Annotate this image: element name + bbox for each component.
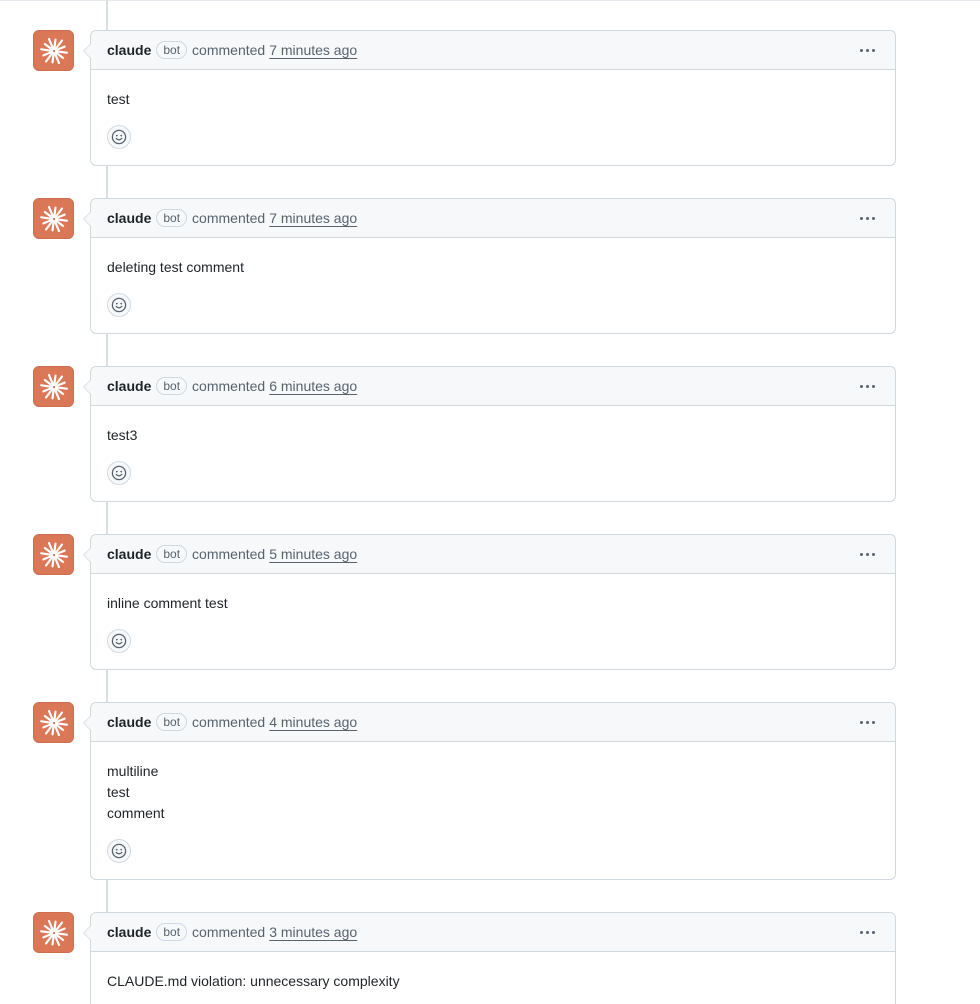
bot-badge: bot <box>156 41 188 59</box>
kebab-horizontal-icon[interactable] <box>855 208 879 228</box>
comment-text-line: comment <box>107 805 165 821</box>
kebab-horizontal-icon[interactable] <box>855 40 879 60</box>
comment-text: CLAUDE.md violation: unnecessary complex… <box>107 973 400 989</box>
claude-sunburst-icon <box>39 37 68 64</box>
smiley-icon <box>111 129 127 145</box>
comment-box: claude bot commented 6 minutes ago test3 <box>83 366 896 502</box>
timestamp-link[interactable]: 7 minutes ago <box>269 210 357 226</box>
add-reaction-button[interactable] <box>107 125 131 149</box>
bot-badge: bot <box>156 713 188 731</box>
author-link[interactable]: claude <box>107 378 151 394</box>
add-reaction-button[interactable] <box>107 839 131 863</box>
comment-box: claude bot commented 5 minutes ago inlin… <box>83 534 896 670</box>
comment-text: test3 <box>107 427 138 443</box>
comment-header: claude bot commented 7 minutes ago <box>91 31 895 70</box>
smiley-icon <box>111 843 127 859</box>
add-reaction-button[interactable] <box>107 629 131 653</box>
avatar[interactable] <box>33 702 74 743</box>
comment-box: claude bot commented 4 minutes ago multi… <box>83 702 896 880</box>
claude-sunburst-icon <box>39 919 68 946</box>
avatar[interactable] <box>33 912 74 953</box>
bot-badge: bot <box>156 209 188 227</box>
comment-action-text: commented <box>192 546 266 562</box>
avatar[interactable] <box>33 198 74 239</box>
avatar[interactable] <box>33 366 74 407</box>
timestamp-link[interactable]: 3 minutes ago <box>269 924 357 940</box>
comment-header: claude bot commented 3 minutes ago <box>91 913 895 952</box>
kebab-horizontal-icon[interactable] <box>855 922 879 942</box>
add-reaction-button[interactable] <box>107 461 131 485</box>
comment-body: test <box>91 70 895 110</box>
comment-header: claude bot commented 5 minutes ago <box>91 535 895 574</box>
comment-action-text: commented <box>192 924 266 940</box>
comment-action-text: commented <box>192 714 266 730</box>
claude-sunburst-icon <box>39 373 68 400</box>
claude-sunburst-icon <box>39 541 68 568</box>
claude-sunburst-icon <box>39 205 68 232</box>
bot-badge: bot <box>156 377 188 395</box>
author-link[interactable]: claude <box>107 546 151 562</box>
comment-body: multiline test comment <box>91 742 895 824</box>
claude-sunburst-icon <box>39 709 68 736</box>
timestamp-link[interactable]: 5 minutes ago <box>269 546 357 562</box>
comment-text: inline comment test <box>107 595 228 611</box>
author-link[interactable]: claude <box>107 924 151 940</box>
comment-text: test <box>107 91 130 107</box>
author-link[interactable]: claude <box>107 714 151 730</box>
comment-body: inline comment test <box>91 574 895 614</box>
smiley-icon <box>111 633 127 649</box>
comment-box: claude bot commented 7 minutes ago delet… <box>83 198 896 334</box>
comment-action-text: commented <box>192 210 266 226</box>
smiley-icon <box>111 297 127 313</box>
bot-badge: bot <box>156 545 188 563</box>
kebab-horizontal-icon[interactable] <box>855 376 879 396</box>
timestamp-link[interactable]: 6 minutes ago <box>269 378 357 394</box>
comment-body: test3 <box>91 406 895 446</box>
comment-body: deleting test comment <box>91 238 895 278</box>
comment-header: claude bot commented 6 minutes ago <box>91 367 895 406</box>
timeline: claude bot commented 7 minutes ago test … <box>0 0 980 1004</box>
comment-box: claude bot commented 7 minutes ago test <box>83 30 896 166</box>
comment-text-line: test <box>107 784 130 800</box>
comment-action-text: commented <box>192 42 266 58</box>
comment-header: claude bot commented 7 minutes ago <box>91 199 895 238</box>
bot-badge: bot <box>156 923 188 941</box>
avatar[interactable] <box>33 30 74 71</box>
avatar[interactable] <box>33 534 74 575</box>
kebab-horizontal-icon[interactable] <box>855 544 879 564</box>
top-divider <box>0 0 980 1</box>
timestamp-link[interactable]: 4 minutes ago <box>269 714 357 730</box>
comment-text: deleting test comment <box>107 259 244 275</box>
smiley-icon <box>111 465 127 481</box>
author-link[interactable]: claude <box>107 210 151 226</box>
kebab-horizontal-icon[interactable] <box>855 712 879 732</box>
timestamp-link[interactable]: 7 minutes ago <box>269 42 357 58</box>
comment-box: claude bot commented 3 minutes ago CLAUD… <box>83 912 896 1004</box>
author-link[interactable]: claude <box>107 42 151 58</box>
comment-body: CLAUDE.md violation: unnecessary complex… <box>91 952 895 992</box>
add-reaction-button[interactable] <box>107 293 131 317</box>
comment-header: claude bot commented 4 minutes ago <box>91 703 895 742</box>
comment-text-line: multiline <box>107 763 159 779</box>
comment-action-text: commented <box>192 378 266 394</box>
